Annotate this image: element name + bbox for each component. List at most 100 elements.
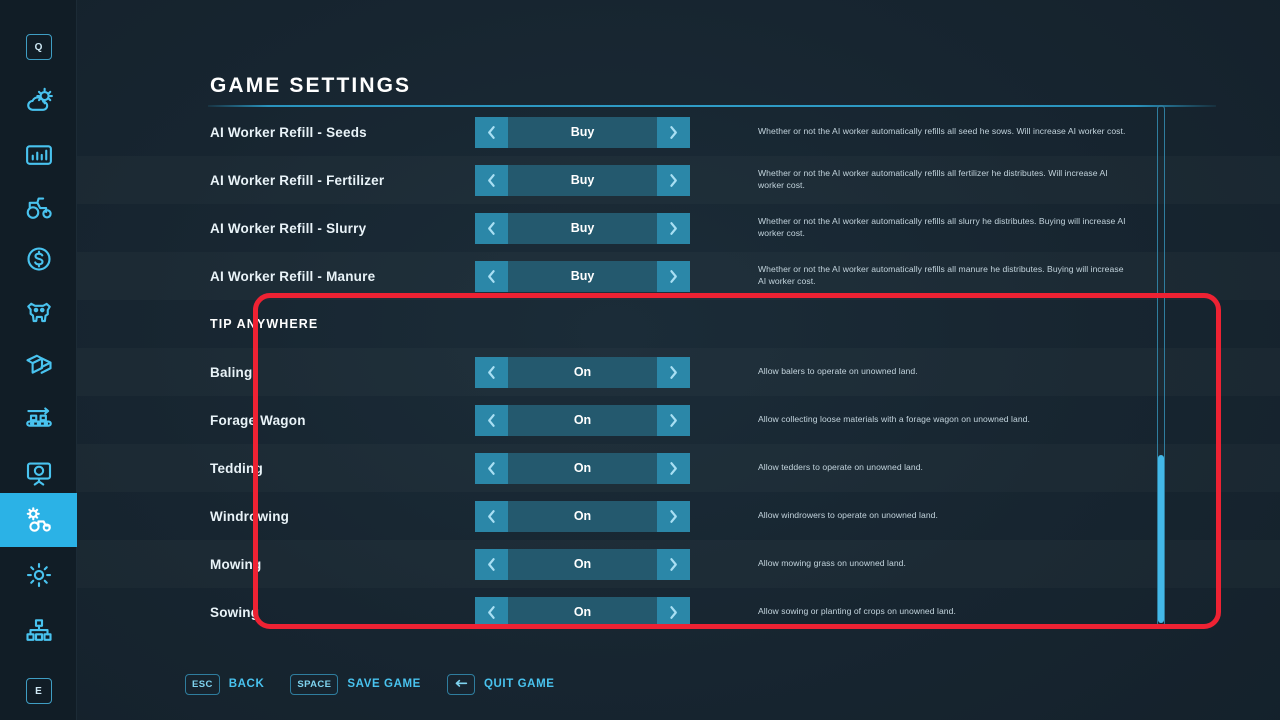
chevron-left-icon[interactable] <box>475 500 508 532</box>
chevron-right-icon[interactable] <box>657 596 690 628</box>
setting-label: Forage Wagon <box>210 412 306 428</box>
setting-selector[interactable]: Buy <box>475 164 690 196</box>
animals-icon <box>24 297 54 327</box>
sidebar-item-weather[interactable] <box>0 74 77 128</box>
setting-description: Allow tedders to operate on unowned land… <box>758 462 923 473</box>
setting-value: On <box>508 500 657 532</box>
footer-hint[interactable]: SPACE SAVE GAME <box>290 673 421 695</box>
sidebar-item-animals[interactable] <box>0 285 77 339</box>
scrollbar-thumb[interactable] <box>1158 455 1164 623</box>
sidebar-item-general-settings[interactable] <box>0 548 77 602</box>
sidebar-item-contracts[interactable] <box>0 338 77 392</box>
setting-selector[interactable]: Buy <box>475 260 690 292</box>
chevron-left-icon[interactable] <box>475 452 508 484</box>
setting-selector[interactable]: On <box>475 404 690 436</box>
keycap: ESC <box>185 673 220 695</box>
keycap-q-icon: Q <box>25 34 52 60</box>
sidebar-item-finances[interactable] <box>0 232 77 286</box>
chevron-left-icon[interactable] <box>475 404 508 436</box>
settings-row[interactable]: AI Worker Refill - Slurry Buy Whether or n… <box>77 204 1280 252</box>
footer-hint[interactable]: QUIT GAME <box>446 673 555 695</box>
setting-label: Mowing <box>210 556 262 572</box>
sidebar-item-vehicles[interactable] <box>0 180 77 234</box>
setting-selector[interactable]: Buy <box>475 212 690 244</box>
statistics-icon <box>24 140 54 170</box>
setting-value: Buy <box>508 116 657 148</box>
chevron-left-icon[interactable] <box>475 260 508 292</box>
setting-description: Whether or not the AI worker automatical… <box>758 168 1108 190</box>
setting-selector[interactable]: Buy <box>475 116 690 148</box>
title-divider <box>208 105 1216 107</box>
chevron-right-icon[interactable] <box>657 500 690 532</box>
settings-row[interactable]: Forage Wagon On Allow collecting loose mat… <box>77 396 1280 444</box>
game-settings-icon <box>24 505 54 535</box>
settings-section-header: TIP ANYWHERE <box>77 300 1280 348</box>
settings-row[interactable]: Mowing On Allow mowing grass on unowned la… <box>77 540 1280 588</box>
finances-icon <box>24 244 54 274</box>
setting-selector[interactable]: On <box>475 500 690 532</box>
presentation-icon <box>24 458 54 488</box>
sidebar-item-multiplayer[interactable] <box>0 604 77 658</box>
chevron-right-icon[interactable] <box>657 260 690 292</box>
chevron-left-icon[interactable] <box>475 116 508 148</box>
gear-icon <box>24 560 54 590</box>
setting-selector[interactable]: On <box>475 356 690 388</box>
setting-selector[interactable]: On <box>475 548 690 580</box>
sidebar-item-production[interactable] <box>0 392 77 446</box>
setting-label: Sowing <box>210 604 260 620</box>
settings-row[interactable]: Windrowing On Allow windrowers to operate … <box>77 492 1280 540</box>
settings-row[interactable]: Sowing On Allow sowing or planting of crop… <box>77 588 1280 636</box>
chevron-right-icon[interactable] <box>657 212 690 244</box>
setting-value: Buy <box>508 164 657 196</box>
setting-description: Allow sowing or planting of crops on uno… <box>758 606 956 617</box>
chevron-left-icon[interactable] <box>475 164 508 196</box>
setting-description: Whether or not the AI worker automatical… <box>758 264 1124 286</box>
sidebar-item-statistics[interactable] <box>0 128 77 182</box>
sidebar-item-help[interactable]: Q <box>0 20 77 74</box>
chevron-right-icon[interactable] <box>657 548 690 580</box>
multiplayer-icon <box>24 616 54 646</box>
setting-label: AI Worker Refill - Seeds <box>210 124 367 140</box>
setting-value: Buy <box>508 260 657 292</box>
footer-hint[interactable]: ESC BACK <box>185 673 265 695</box>
chevron-left-icon[interactable] <box>475 356 508 388</box>
section-title: TIP ANYWHERE <box>210 317 319 331</box>
setting-description: Allow balers to operate on unowned land. <box>758 366 918 377</box>
setting-selector[interactable]: On <box>475 452 690 484</box>
chevron-right-icon[interactable] <box>657 164 690 196</box>
tractor-icon <box>24 192 54 222</box>
setting-value: On <box>508 356 657 388</box>
settings-row[interactable]: Tedding On Allow tedders to operate on uno… <box>77 444 1280 492</box>
setting-label: Baling <box>210 364 253 380</box>
setting-description: Whether or not the AI worker automatical… <box>758 216 1126 238</box>
keycap-e-icon: E <box>25 678 52 704</box>
setting-label: Windrowing <box>210 508 290 524</box>
keycap: SPACE <box>290 673 339 695</box>
page-title: GAME SETTINGS <box>210 74 412 97</box>
settings-row[interactable]: AI Worker Refill - Manure Buy Whether or n… <box>77 252 1280 300</box>
settings-row[interactable]: AI Worker Refill - Fertilizer Buy Whether … <box>77 156 1280 204</box>
chevron-left-icon[interactable] <box>475 548 508 580</box>
sidebar-item-game-settings[interactable] <box>0 493 77 547</box>
chevron-left-icon[interactable] <box>475 596 508 628</box>
sidebar-item-map-overview[interactable] <box>0 446 77 500</box>
setting-value: On <box>508 452 657 484</box>
setting-description: Allow mowing grass on unowned land. <box>758 558 906 569</box>
setting-selector[interactable]: On <box>475 596 690 628</box>
documents-icon <box>24 350 54 380</box>
left-sidebar: QE <box>0 0 77 720</box>
footer-hints: ESC BACK SPACE SAVE GAME QUIT GAME <box>185 670 581 698</box>
chevron-right-icon[interactable] <box>657 452 690 484</box>
settings-list: AI Worker Refill - Seeds Buy Whether or no… <box>77 108 1280 636</box>
chevron-left-icon[interactable] <box>475 212 508 244</box>
settings-row[interactable]: Baling On Allow balers to operate on unown… <box>77 348 1280 396</box>
footer-hint-label: BACK <box>228 678 265 690</box>
sidebar-item-next-page[interactable]: E <box>0 664 77 718</box>
setting-value: On <box>508 548 657 580</box>
chevron-right-icon[interactable] <box>657 356 690 388</box>
settings-row[interactable]: AI Worker Refill - Seeds Buy Whether or no… <box>77 108 1280 156</box>
chevron-right-icon[interactable] <box>657 404 690 436</box>
footer-hint-label: SAVE GAME <box>347 678 421 690</box>
setting-value: On <box>508 596 657 628</box>
chevron-right-icon[interactable] <box>657 116 690 148</box>
